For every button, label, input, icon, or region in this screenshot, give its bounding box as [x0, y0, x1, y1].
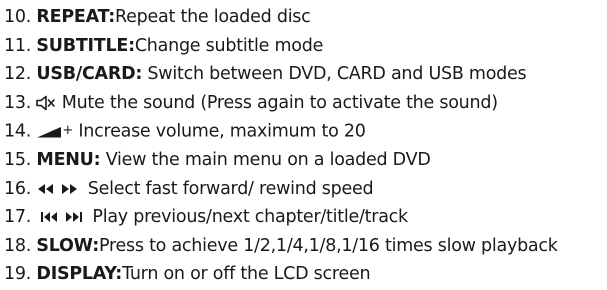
list-item-repeat: 10. REPEAT:Repeat the loaded disc: [4, 3, 604, 32]
previous-next-icon: [36, 211, 92, 223]
item-description: Select fast forward/ rewind speed: [82, 178, 374, 199]
item-number: 17.: [4, 207, 32, 228]
item-description: Play previous/next chapter/title/track: [92, 207, 408, 228]
item-description: Turn on or off the LCD screen: [122, 264, 371, 285]
list-item-menu: 15. MENU: View the main menu on a loaded…: [4, 146, 604, 175]
list-item-usb-card: 12. USB/CARD: Switch between DVD, CARD a…: [4, 60, 604, 89]
item-key-label: MENU:: [36, 149, 101, 170]
item-description: View the main menu on a loaded DVD: [100, 149, 431, 170]
item-key-label: DISPLAY:: [36, 264, 123, 285]
item-description: Switch between DVD, CARD and USB modes: [142, 64, 527, 85]
list-item-slow: 18. SLOW:Press to achieve 1/2,1/4,1/8,1/…: [4, 232, 604, 261]
item-key-label: REPEAT:: [36, 7, 116, 27]
plus-sign: +: [62, 123, 74, 139]
volume-up-icon: [36, 126, 62, 138]
item-description: Increase volume, maximum to 20: [73, 121, 366, 142]
item-description: Press to achieve 1/2,1/4,1/8,1/16 times …: [98, 235, 558, 256]
item-number: 10.: [4, 7, 32, 27]
list-item-previous-next: 17. Play previous/next chapter/title/tra…: [4, 203, 604, 232]
item-number: 12.: [4, 64, 32, 85]
list-item-volume: 14. + Increase volume, maximum to 20: [4, 117, 604, 146]
item-description: Mute the sound (Press again to activate …: [56, 92, 498, 113]
item-key-label: SUBTITLE:: [36, 35, 135, 56]
item-number: 14.: [4, 121, 32, 142]
item-description: Repeat the loaded disc: [115, 7, 311, 27]
item-number: 11.: [4, 35, 32, 56]
item-number: 19.: [4, 264, 32, 285]
list-item-mute: 13. Mute the sound (Press again to activ…: [4, 89, 604, 118]
item-number: 16.: [4, 178, 32, 199]
list-item-display: 19. DISPLAY:Turn on or off the LCD scree…: [4, 260, 604, 289]
rewind-fast-forward-icon: [36, 183, 82, 195]
button-function-list: 10. REPEAT:Repeat the loaded disc 11. SU…: [4, 3, 604, 289]
item-key-label: SLOW:: [36, 235, 99, 256]
list-item-fast-forward-rewind: 16. Select fast forward/ rewind speed: [4, 175, 604, 204]
item-number: 13.: [4, 92, 32, 113]
list-item-subtitle: 11. SUBTITLE:Change subtitle mode: [4, 32, 604, 61]
item-number: 18.: [4, 235, 32, 256]
item-description: Change subtitle mode: [134, 35, 324, 56]
mute-icon: [36, 95, 56, 111]
item-key-label: USB/CARD:: [36, 64, 143, 85]
item-number: 15.: [4, 149, 32, 170]
